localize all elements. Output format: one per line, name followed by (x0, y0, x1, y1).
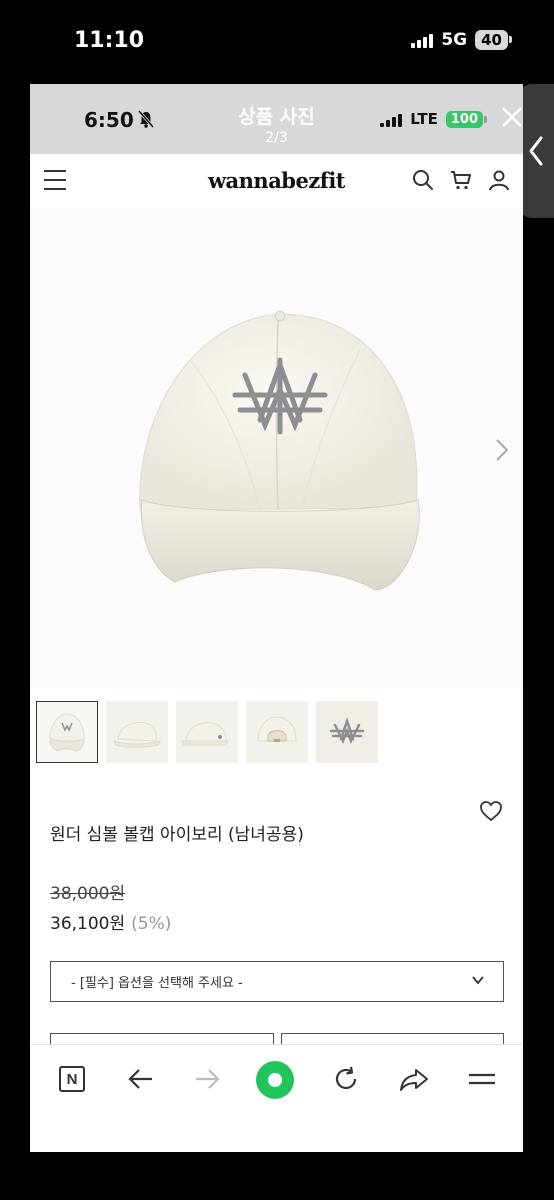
green-dot-icon (256, 1061, 294, 1099)
back-button[interactable] (124, 1063, 156, 1095)
refresh-icon (335, 1066, 357, 1090)
heart-icon[interactable] (479, 800, 503, 822)
signal-icon (380, 111, 403, 127)
option-select[interactable]: - [필수] 옵션을 선택해 주세요 - (50, 961, 504, 1002)
outer-status-right: 5G 40 (411, 30, 512, 50)
user-icon[interactable] (487, 168, 511, 192)
thumbnail-front[interactable] (36, 701, 98, 763)
menu-button[interactable] (466, 1063, 498, 1095)
naver-home-button[interactable]: N (56, 1063, 88, 1095)
product-name: 원더 심볼 볼캡 아이보리 (남녀공용) (50, 825, 304, 845)
header-actions (411, 168, 511, 192)
share-button[interactable] (398, 1063, 430, 1095)
thumbnail-logo-detail[interactable] (316, 701, 378, 763)
outer-status-bar: 11:10 5G 40 (0, 0, 554, 84)
battery-indicator: 100 (445, 110, 488, 128)
forward-icon (196, 1069, 220, 1089)
refresh-button[interactable] (330, 1063, 362, 1095)
thumbnail-side-right[interactable] (176, 701, 238, 763)
hamburger-icon (469, 1073, 495, 1085)
naver-icon: N (59, 1066, 85, 1092)
outer-time: 11:10 (74, 28, 145, 53)
thumbnail-back[interactable] (246, 701, 308, 763)
share-icon (400, 1069, 428, 1091)
forward-button[interactable] (192, 1063, 224, 1095)
viewer-counter: 2/3 (265, 130, 288, 146)
sale-price-row: 36,100원 (5%) (50, 909, 171, 934)
close-icon[interactable] (501, 106, 523, 128)
thumbnail-strip (36, 701, 378, 763)
shop-header: wannabezfit (30, 154, 523, 210)
battery-indicator: 40 (475, 30, 512, 50)
network-type: LTE (410, 110, 438, 128)
discount-rate: (5%) (131, 914, 172, 934)
product-image[interactable] (30, 210, 523, 688)
cart-icon[interactable] (449, 168, 473, 192)
inner-status-bar: 6:50 상품 사진 2/3 LTE 100 (30, 84, 523, 154)
chevron-down-icon (472, 976, 484, 985)
cap-image (139, 310, 420, 591)
network-type: 5G (441, 30, 468, 50)
thumbnail-side-left[interactable] (106, 701, 168, 763)
chevron-right-icon[interactable] (495, 438, 509, 462)
green-dot-button[interactable] (255, 1060, 295, 1100)
sale-price: 36,100원 (50, 914, 126, 934)
option-placeholder: - [필수] 옵션을 선택해 주세요 - (71, 976, 243, 991)
signal-icon (411, 32, 434, 48)
original-price: 38,000원 (50, 884, 126, 904)
inner-status-right: LTE 100 (380, 110, 488, 128)
back-icon (128, 1069, 152, 1089)
search-icon[interactable] (411, 168, 435, 192)
home-indicator[interactable] (190, 1133, 365, 1139)
screenshot-panel: 6:50 상품 사진 2/3 LTE 100 wannabezfit 원더 심볼… (30, 84, 523, 1152)
side-panel-handle[interactable] (518, 84, 554, 218)
chevron-left-icon (529, 136, 543, 166)
